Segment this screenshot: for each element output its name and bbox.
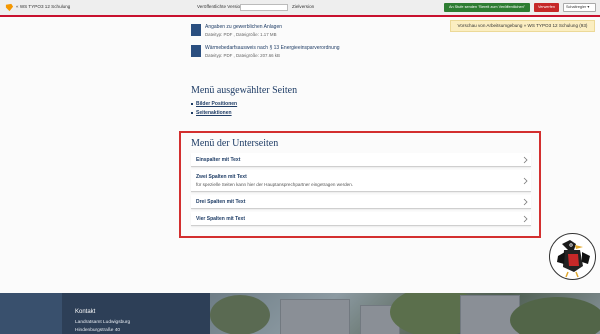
document-icon (191, 45, 201, 57)
subpage-card[interactable]: Vier Spalten mit Text (191, 212, 531, 226)
download-item[interactable]: Angaben zu gewerblichen Anlagen Dateityp… (191, 24, 411, 38)
preview-banner: Vorschau von Arbeitsumgebung » WS TYPO3 … (450, 20, 595, 32)
download-title[interactable]: Angaben zu gewerblichen Anlagen (205, 24, 282, 30)
chevron-right-icon (523, 215, 528, 223)
subpage-description: für spezielle Seiten kann hier der Haupt… (196, 182, 354, 187)
subpage-card[interactable]: Drei Spalten mit Text (191, 195, 531, 209)
mascot-bird-avatar[interactable] (549, 233, 596, 280)
download-meta: Dateityp: PDF , Dateigröße: 207.66 kB (205, 53, 280, 58)
workspace-name: « WS TYPO3 12 Schulung (16, 4, 71, 9)
send-to-stage-button[interactable]: An Stufe senden "Bereit zum Veröffentlic… (444, 3, 530, 12)
download-item[interactable]: Wärmebedarfsausweis nach § 13 Energieein… (191, 45, 411, 59)
target-version-label: Zielversion (292, 4, 315, 9)
discard-button[interactable]: Verwerfen (534, 3, 559, 12)
footer-address-line: Landratsamt Ludwigsburg (75, 320, 131, 325)
version-slider[interactable] (240, 4, 288, 11)
building-photo (210, 293, 600, 334)
workspace-toolbar: « WS TYPO3 12 Schulung Veröffentlichte V… (0, 0, 600, 17)
mode-select[interactable]: Schaltregler ▾ (563, 3, 596, 12)
subpage-title: Drei Spalten mit Text (196, 199, 246, 205)
subpage-title: Vier Spalten mit Text (196, 216, 245, 222)
typo3-logo-icon (5, 3, 14, 12)
download-title[interactable]: Wärmebedarfsausweis nach § 13 Energieein… (205, 45, 340, 51)
crow-icon (557, 240, 590, 278)
subpage-card[interactable]: Einspalter mit Text (191, 153, 531, 167)
subpages-heading: Menü der Unterseiten (191, 138, 279, 149)
download-meta: Dateityp: PDF , Dateigröße: 1.17 MB (205, 32, 277, 37)
document-icon (191, 24, 201, 36)
published-version-label: Veröffentlichte Version (197, 4, 243, 9)
subpage-title: Einspalter mit Text (196, 157, 241, 163)
footer-contact-heading: Kontakt (75, 309, 96, 315)
chevron-right-icon (523, 198, 528, 206)
chevron-right-icon (523, 177, 528, 185)
selected-pages-heading: Menü ausgewählter Seiten (191, 85, 298, 96)
subpage-card[interactable]: Zwei Spalten mit Text für spezielle Seit… (191, 170, 531, 192)
chevron-right-icon (523, 156, 528, 164)
selected-page-link[interactable]: Bilder Positionen (191, 101, 237, 107)
footer-address-line: Hindenburgstraße 40 (75, 328, 121, 333)
subpage-title: Zwei Spalten mit Text (196, 174, 247, 180)
selected-page-link[interactable]: Seitenaktionen (191, 110, 232, 116)
